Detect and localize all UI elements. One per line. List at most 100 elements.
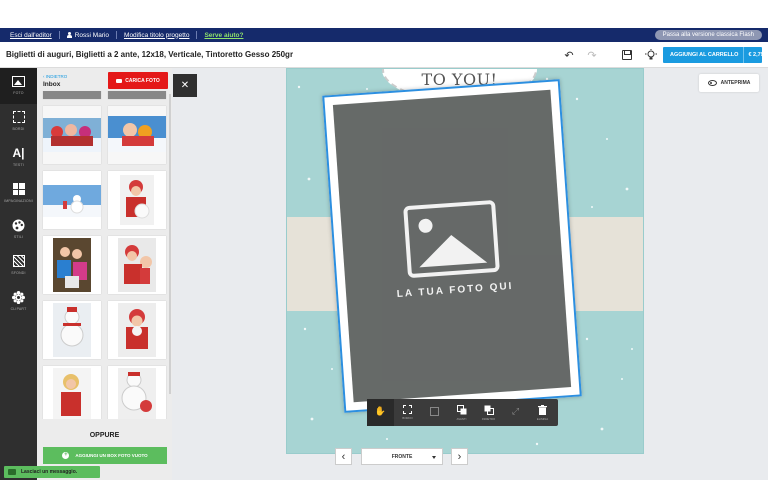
folder-icon xyxy=(116,78,123,83)
delete-button[interactable]: ELIMINA xyxy=(529,399,556,426)
border-icon xyxy=(12,110,26,124)
nav-divider xyxy=(58,31,60,39)
top-nav: Esci dall'editor Rossi Mario Modifica ti… xyxy=(0,28,768,42)
toolbar-label: INDIETRO xyxy=(481,416,496,421)
rail-label: CLIPART xyxy=(10,307,27,311)
bring-forward-button[interactable]: AVANTI xyxy=(448,399,475,426)
rail-label: TESTI xyxy=(13,163,24,167)
border-button[interactable]: BORDO xyxy=(394,399,421,426)
rail-item-photos[interactable]: FOTO xyxy=(0,68,37,104)
toolbar-label: BORDO xyxy=(402,416,413,420)
rail-item-borders[interactable]: BORDI xyxy=(0,104,37,140)
move-button[interactable]: ✋ xyxy=(367,399,394,426)
flash-version-button[interactable]: Passa alla versione classica Flash xyxy=(654,30,762,40)
rail-item-backgrounds[interactable]: SFONDI xyxy=(0,248,37,284)
rail-item-layouts[interactable]: IMPAGINAZIONI xyxy=(0,176,37,212)
next-page-button[interactable]: › xyxy=(451,448,468,465)
eye-icon xyxy=(707,80,717,86)
rail-label: IMPAGINAZIONI xyxy=(4,199,33,203)
photo-placeholder[interactable]: LA TUA FOTO QUI xyxy=(332,89,572,403)
replace-button[interactable] xyxy=(421,399,448,426)
send-back-icon xyxy=(484,405,494,415)
top-strip xyxy=(0,0,768,28)
photo-frame[interactable]: LA TUA FOTO QUI xyxy=(322,79,582,413)
add-empty-photo-box-button[interactable]: + AGGIUNGI UN BOX FOTO VUOTO xyxy=(43,447,167,464)
folder-name: Inbox xyxy=(43,81,61,88)
rail-label: FOTO xyxy=(13,91,24,95)
undo-icon[interactable]: ↶ xyxy=(562,48,576,62)
help-link[interactable]: Serve aiuto? xyxy=(204,32,243,39)
delete-icon xyxy=(538,404,548,415)
add-to-cart-label: AGGIUNGI AL CARRELLO xyxy=(670,52,739,58)
preview-label: ANTEPRIMA xyxy=(720,80,751,86)
upload-photo-button[interactable]: CARICA FOTO xyxy=(108,72,168,89)
user-menu[interactable]: Rossi Mario xyxy=(66,31,110,39)
rail-item-clipart[interactable]: CLIPART xyxy=(0,284,37,320)
bring-forward-icon xyxy=(456,404,467,415)
photo-thumbnail[interactable] xyxy=(108,106,166,164)
photo-thumbnail[interactable] xyxy=(43,236,101,294)
add-to-cart-button[interactable]: AGGIUNGI AL CARRELLO € 2,79 xyxy=(663,47,764,63)
photo-thumbnail[interactable] xyxy=(43,106,101,164)
layout-icon xyxy=(12,182,26,196)
panel-scrollbar[interactable] xyxy=(169,94,171,394)
photo-thumbnail[interactable] xyxy=(108,301,166,359)
photo-panel: ‹ INDIETRO Inbox CARICA FOTO OPPURE + AG… xyxy=(37,68,172,480)
photo-thumbnail[interactable] xyxy=(43,91,101,99)
back-link[interactable]: ‹ INDIETRO xyxy=(43,74,67,79)
send-back-button[interactable]: INDIETRO xyxy=(475,399,502,426)
photo-thumbnail[interactable] xyxy=(108,171,166,229)
photo-thumbnail[interactable] xyxy=(108,366,166,419)
photo-thumbnail[interactable] xyxy=(43,366,101,419)
resize-icon: ⤢ xyxy=(511,406,520,416)
project-title: Biglietti di auguri, Biglietti a 2 ante,… xyxy=(6,50,294,59)
background-icon xyxy=(12,254,26,268)
previous-page-button[interactable]: ‹ xyxy=(335,448,352,465)
photo-thumbnail[interactable] xyxy=(108,91,166,99)
nav-divider xyxy=(196,31,198,39)
chevron-down-icon xyxy=(432,456,436,459)
rail-item-texts[interactable]: A| TESTI xyxy=(0,140,37,176)
palette-icon xyxy=(12,218,26,232)
preview-button[interactable]: ANTEPRIMA xyxy=(699,74,759,92)
move-icon: ✋ xyxy=(374,406,387,416)
plus-icon: + xyxy=(62,452,70,459)
photo-thumbnails xyxy=(37,91,172,419)
text-icon: A| xyxy=(12,146,25,160)
cart-price: € 2,79 xyxy=(743,47,767,63)
photo-placeholder-label: LA TUA FOTO QUI xyxy=(396,280,514,300)
photo-thumbnail[interactable] xyxy=(108,236,166,294)
add-box-label: AGGIUNGI UN BOX FOTO VUOTO xyxy=(75,453,148,458)
chevron-left-icon: ‹ xyxy=(341,450,346,463)
back-label: INDIETRO xyxy=(45,74,68,79)
photo-icon xyxy=(12,74,26,88)
rail-label: STILI xyxy=(13,235,24,239)
title-bar: Biglietti di auguri, Biglietti a 2 ante,… xyxy=(0,42,768,68)
resize-button[interactable]: ⤢ xyxy=(502,399,529,426)
close-panel-icon[interactable]: ✕ xyxy=(173,74,197,97)
upload-label: CARICA FOTO xyxy=(125,77,160,84)
border-icon xyxy=(403,405,412,414)
photo-thumbnail[interactable] xyxy=(43,301,101,359)
chat-button[interactable]: Lasciaci un messaggio. xyxy=(4,466,100,478)
page-select[interactable]: FRONTE xyxy=(361,448,443,465)
tips-bulb-icon[interactable] xyxy=(644,48,658,62)
or-separator: OPPURE xyxy=(89,432,120,439)
rail-label: SFONDI xyxy=(11,271,26,275)
toolbar-label: ELIMINA xyxy=(536,416,549,421)
save-icon[interactable] xyxy=(620,48,634,62)
rail-item-styles[interactable]: STILI xyxy=(0,212,37,248)
rail-label: BORDI xyxy=(12,127,25,131)
user-name: Rossi Mario xyxy=(74,31,110,39)
photo-thumbnail[interactable] xyxy=(43,171,101,229)
edit-title-link[interactable]: Modifica titolo progetto xyxy=(124,32,189,39)
redo-icon[interactable]: ↷ xyxy=(585,48,599,62)
toolbar-label: AVANTI xyxy=(456,416,467,421)
replace-icon xyxy=(430,407,439,416)
chat-label: Lasciaci un messaggio. xyxy=(21,469,78,475)
nav-divider xyxy=(116,31,118,39)
exit-editor-link[interactable]: Esci dall'editor xyxy=(10,32,52,39)
clipart-icon xyxy=(12,290,26,304)
canvas-toolbar: ✋ BORDO AVANTI INDIETRO ⤢ ELIMINA xyxy=(367,399,558,426)
chevron-right-icon: › xyxy=(457,450,462,463)
